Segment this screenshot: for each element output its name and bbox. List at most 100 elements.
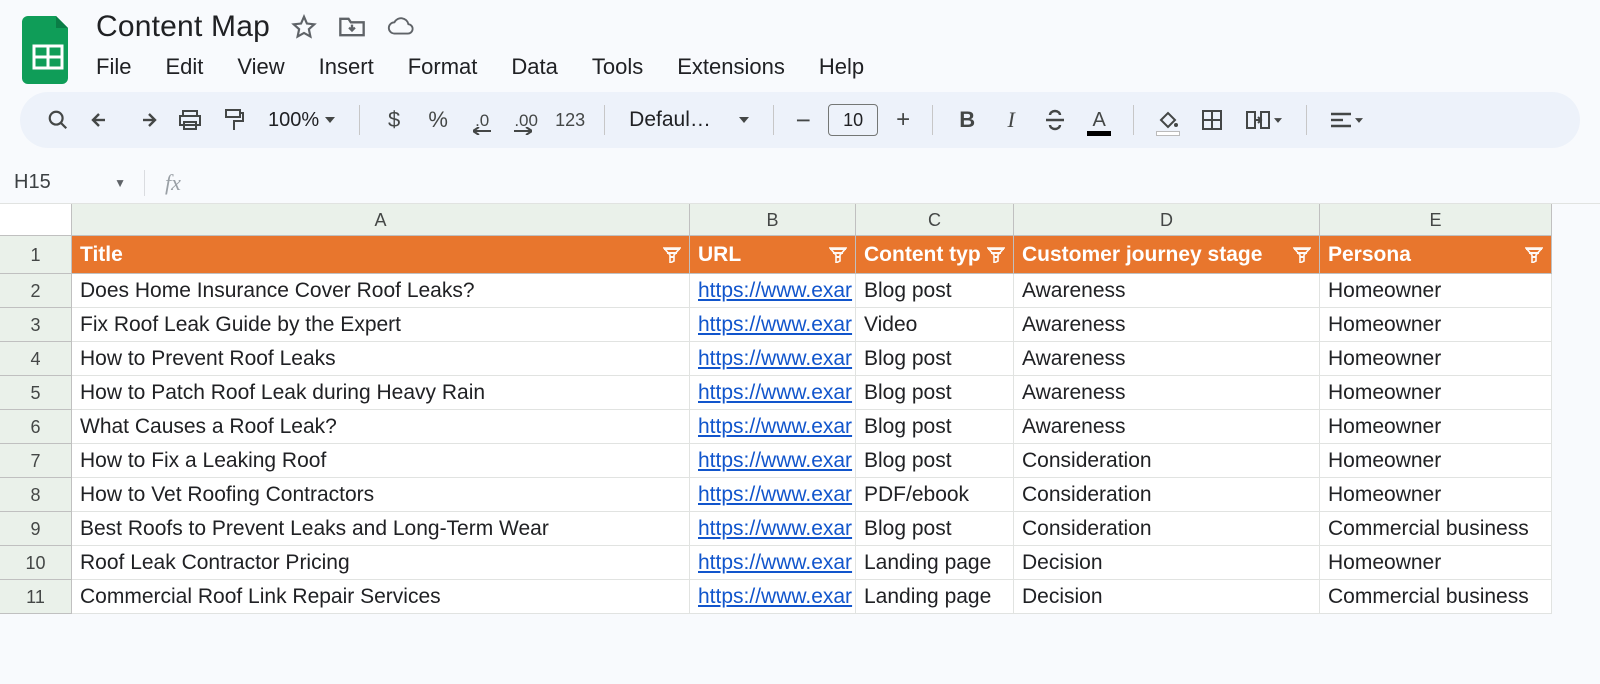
cell-persona[interactable]: Homeowner (1320, 410, 1552, 444)
table-header-cell[interactable]: Customer journey stage (1014, 236, 1320, 274)
menu-edit[interactable]: Edit (165, 54, 203, 80)
undo-icon[interactable] (82, 100, 122, 140)
row-header[interactable]: 3 (0, 308, 72, 342)
cell-title[interactable]: How to Prevent Roof Leaks (72, 342, 690, 376)
filter-icon[interactable] (987, 247, 1005, 263)
cell-persona[interactable]: Homeowner (1320, 274, 1552, 308)
cell-journey-stage[interactable]: Decision (1014, 546, 1320, 580)
cell-journey-stage[interactable]: Decision (1014, 580, 1320, 614)
cell-url[interactable]: https://www.exar (690, 512, 856, 546)
increase-font-size-button[interactable]: + (888, 100, 918, 140)
filter-icon[interactable] (1293, 247, 1311, 263)
menu-view[interactable]: View (237, 54, 284, 80)
sheets-doc-icon[interactable] (22, 16, 74, 84)
decrease-font-size-button[interactable]: − (788, 100, 818, 140)
row-header[interactable]: 9 (0, 512, 72, 546)
cell-persona[interactable]: Homeowner (1320, 342, 1552, 376)
cell-title[interactable]: Does Home Insurance Cover Roof Leaks? (72, 274, 690, 308)
cell-title[interactable]: How to Vet Roofing Contractors (72, 478, 690, 512)
cell-content-type[interactable]: Blog post (856, 410, 1014, 444)
select-all-corner[interactable] (0, 204, 72, 236)
cell-journey-stage[interactable]: Consideration (1014, 478, 1320, 512)
menu-format[interactable]: Format (408, 54, 478, 80)
font-size-input[interactable]: 10 (828, 104, 878, 136)
cell-url[interactable]: https://www.exar (690, 478, 856, 512)
row-header[interactable]: 5 (0, 376, 72, 410)
cell-persona[interactable]: Homeowner (1320, 546, 1552, 580)
row-header[interactable]: 1 (0, 236, 72, 274)
print-icon[interactable] (170, 100, 210, 140)
cell-content-type[interactable]: Blog post (856, 274, 1014, 308)
cell-journey-stage[interactable]: Awareness (1014, 342, 1320, 376)
paint-format-icon[interactable] (214, 100, 254, 140)
col-header[interactable]: B (690, 204, 856, 236)
table-header-cell[interactable]: URL (690, 236, 856, 274)
row-header[interactable]: 6 (0, 410, 72, 444)
table-header-cell[interactable]: Content typ (856, 236, 1014, 274)
col-header[interactable]: C (856, 204, 1014, 236)
menu-file[interactable]: File (96, 54, 131, 80)
cloud-status-icon[interactable] (386, 13, 414, 41)
format-currency-button[interactable]: $ (374, 100, 414, 140)
menu-help[interactable]: Help (819, 54, 864, 80)
cell-url[interactable]: https://www.exar (690, 342, 856, 376)
filter-icon[interactable] (829, 247, 847, 263)
cell-persona[interactable]: Homeowner (1320, 308, 1552, 342)
formula-input[interactable] (191, 162, 1600, 203)
menu-extensions[interactable]: Extensions (677, 54, 785, 80)
cell-title[interactable]: Roof Leak Contractor Pricing (72, 546, 690, 580)
cell-persona[interactable]: Homeowner (1320, 376, 1552, 410)
row-header[interactable]: 4 (0, 342, 72, 376)
fill-color-button[interactable] (1148, 100, 1188, 140)
row-header[interactable]: 2 (0, 274, 72, 308)
bold-button[interactable]: B (947, 100, 987, 140)
row-header[interactable]: 7 (0, 444, 72, 478)
horizontal-align-button[interactable] (1321, 100, 1373, 140)
table-header-cell[interactable]: Persona (1320, 236, 1552, 274)
col-header[interactable]: E (1320, 204, 1552, 236)
cell-journey-stage[interactable]: Consideration (1014, 512, 1320, 546)
more-formats-button[interactable]: 123 (550, 100, 590, 140)
cell-url[interactable]: https://www.exar (690, 274, 856, 308)
menu-tools[interactable]: Tools (592, 54, 643, 80)
row-header[interactable]: 8 (0, 478, 72, 512)
cell-url[interactable]: https://www.exar (690, 376, 856, 410)
spreadsheet-grid[interactable]: A B C D E 1TitleURLContent typCustomer j… (0, 204, 1600, 614)
cell-journey-stage[interactable]: Awareness (1014, 410, 1320, 444)
cell-title[interactable]: Best Roofs to Prevent Leaks and Long-Ter… (72, 512, 690, 546)
cell-title[interactable]: Commercial Roof Link Repair Services (72, 580, 690, 614)
menu-insert[interactable]: Insert (319, 54, 374, 80)
cell-title[interactable]: How to Fix a Leaking Roof (72, 444, 690, 478)
filter-icon[interactable] (1525, 247, 1543, 263)
cell-content-type[interactable]: Blog post (856, 376, 1014, 410)
cell-journey-stage[interactable]: Consideration (1014, 444, 1320, 478)
move-to-folder-icon[interactable] (338, 13, 366, 41)
cell-persona[interactable]: Homeowner (1320, 444, 1552, 478)
star-icon[interactable] (290, 13, 318, 41)
text-color-button[interactable]: A (1079, 100, 1119, 140)
doc-title[interactable]: Content Map (96, 10, 270, 44)
cell-persona[interactable]: Homeowner (1320, 478, 1552, 512)
col-header[interactable]: A (72, 204, 690, 236)
cell-content-type[interactable]: Blog post (856, 444, 1014, 478)
cell-title[interactable]: How to Patch Roof Leak during Heavy Rain (72, 376, 690, 410)
cell-url[interactable]: https://www.exar (690, 444, 856, 478)
cell-content-type[interactable]: PDF/ebook (856, 478, 1014, 512)
italic-button[interactable]: I (991, 100, 1031, 140)
strikethrough-button[interactable] (1035, 100, 1075, 140)
cell-title[interactable]: Fix Roof Leak Guide by the Expert (72, 308, 690, 342)
menu-data[interactable]: Data (511, 54, 557, 80)
cell-content-type[interactable]: Video (856, 308, 1014, 342)
cell-journey-stage[interactable]: Awareness (1014, 376, 1320, 410)
name-box[interactable]: H15 ▼ (14, 171, 144, 194)
row-header[interactable]: 11 (0, 580, 72, 614)
table-header-cell[interactable]: Title (72, 236, 690, 274)
cell-url[interactable]: https://www.exar (690, 410, 856, 444)
cell-journey-stage[interactable]: Awareness (1014, 274, 1320, 308)
cell-title[interactable]: What Causes a Roof Leak? (72, 410, 690, 444)
decrease-decimal-button[interactable]: .0 (462, 100, 502, 140)
increase-decimal-button[interactable]: .00 (506, 100, 546, 140)
cell-content-type[interactable]: Blog post (856, 342, 1014, 376)
cell-url[interactable]: https://www.exar (690, 546, 856, 580)
cell-url[interactable]: https://www.exar (690, 580, 856, 614)
